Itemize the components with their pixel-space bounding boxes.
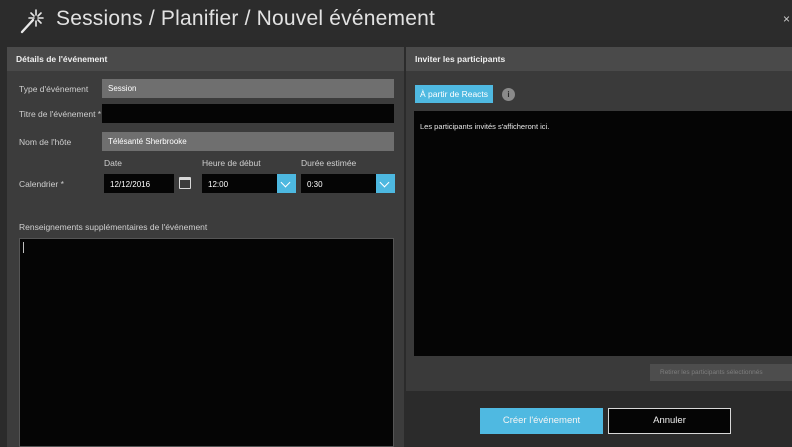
start-time-column-header: Heure de début <box>202 158 261 168</box>
title-bar: Sessions / Planifier / Nouvel événement … <box>0 0 792 40</box>
close-icon[interactable]: × <box>783 12 790 26</box>
event-type-field[interactable]: Session <box>102 79 394 98</box>
participants-list[interactable]: Les participants invités s'afficheront i… <box>414 111 792 356</box>
event-title-input[interactable] <box>102 104 394 123</box>
event-details-header: Détails de l'événement <box>7 47 404 71</box>
event-title-label: Titre de l'événement * <box>19 109 102 119</box>
participants-placeholder: Les participants invités s'afficheront i… <box>420 122 550 131</box>
create-event-button[interactable]: Créer l'événement <box>480 408 603 434</box>
remove-participants-button[interactable]: Retirer les participants sélectionnés <box>650 364 792 381</box>
chevron-down-icon[interactable] <box>277 174 296 193</box>
start-time-select[interactable]: 12:00 <box>202 174 296 193</box>
duration-select[interactable]: 0:30 <box>301 174 395 193</box>
chevron-down-icon[interactable] <box>376 174 395 193</box>
duration-column-header: Durée estimée <box>301 158 357 168</box>
host-name-label: Nom de l'hôte <box>19 137 72 147</box>
date-input[interactable]: 12/12/2016 <box>104 174 174 193</box>
extra-info-label: Renseignements supplémentaires de l'évén… <box>19 222 208 232</box>
magic-wand-icon <box>20 9 44 34</box>
calendar-icon[interactable] <box>179 177 191 189</box>
duration-value: 0:30 <box>307 180 323 189</box>
host-name-field[interactable]: Télésanté Sherbrooke <box>102 132 394 151</box>
cancel-button[interactable]: Annuler <box>608 408 731 434</box>
calendar-label: Calendrier * <box>19 179 64 189</box>
info-icon[interactable]: i <box>502 88 515 101</box>
text-caret <box>23 242 24 253</box>
invite-participants-header: Inviter les participants <box>406 47 792 71</box>
date-column-header: Date <box>104 158 122 168</box>
from-reacts-button[interactable]: À partir de Reacts <box>415 85 494 103</box>
extra-info-textarea[interactable] <box>19 238 394 447</box>
window-title: Sessions / Planifier / Nouvel événement <box>56 7 435 30</box>
event-type-label: Type d'événement <box>19 84 89 94</box>
start-time-value: 12:00 <box>208 180 229 189</box>
